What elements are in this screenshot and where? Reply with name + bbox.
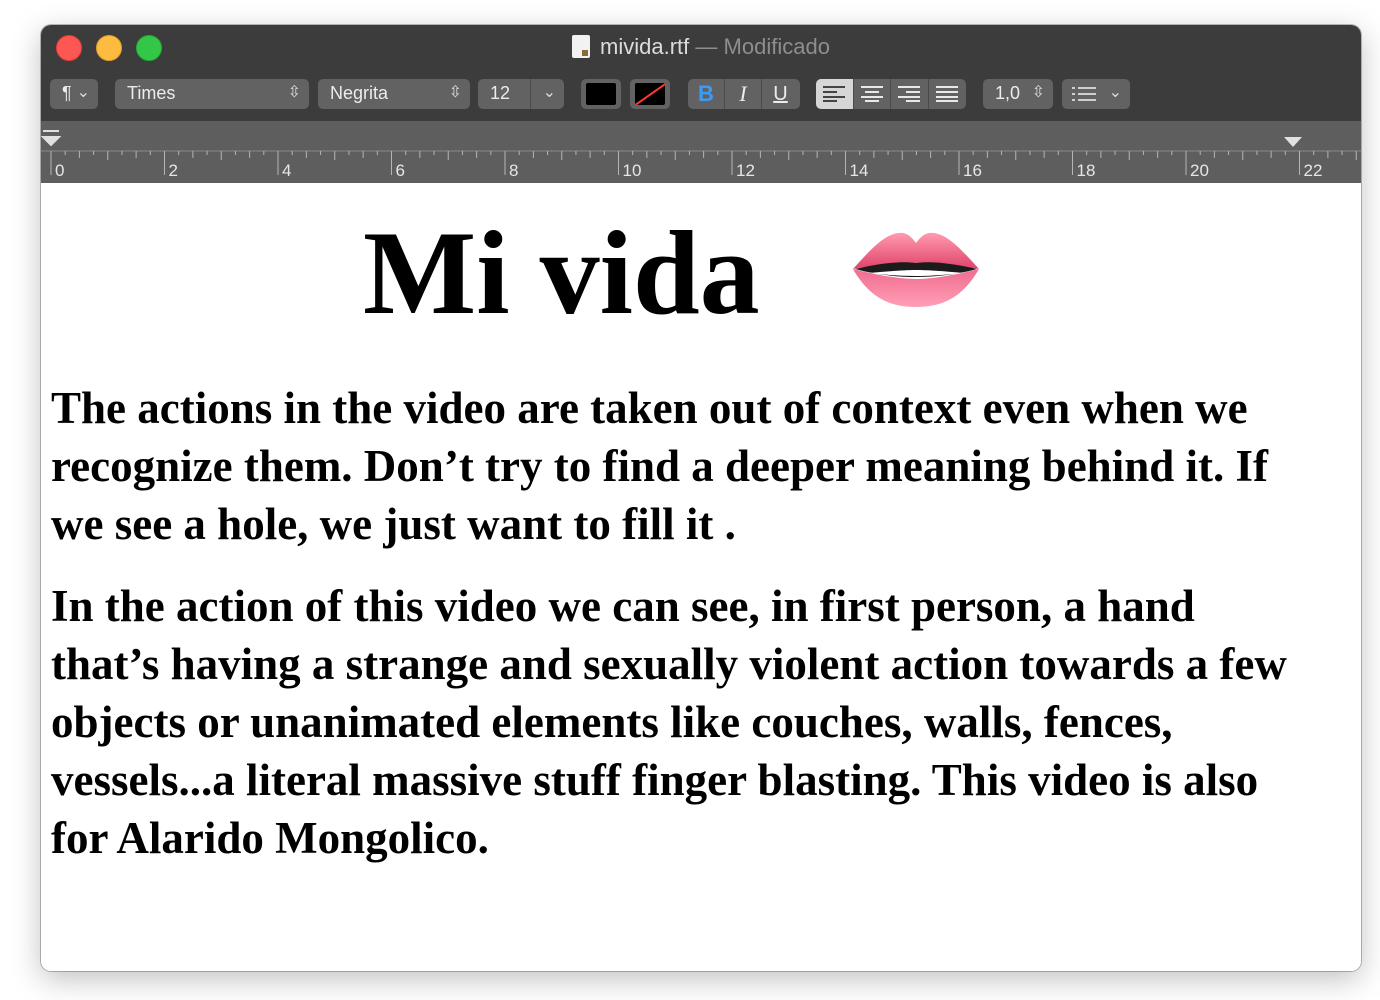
ruler-label: 4 (282, 161, 291, 180)
align-center-button[interactable] (854, 79, 891, 109)
paragraph-style-label: ¶ (62, 83, 72, 103)
paragraph: In the action of this video we can see, … (51, 581, 1287, 863)
bold-button[interactable]: B (688, 79, 725, 109)
document-body[interactable]: Mi vida The actions in the video are tak… (41, 183, 1361, 971)
font-style-select[interactable]: Negrita ⇳ (318, 79, 470, 109)
align-right-button[interactable] (891, 79, 929, 109)
background-color-well[interactable] (630, 79, 670, 109)
ruler[interactable]: 0 2 4 6 8 10 12 14 16 18 20 22 (41, 121, 1361, 183)
ruler-label: 14 (850, 161, 869, 180)
ruler-label: 16 (963, 161, 982, 180)
align-left-button[interactable] (816, 79, 854, 109)
titlebar: mivida.rtf — Modificado ¶ ⌄ Times ⇳ Negr… (41, 25, 1361, 122)
line-spacing-value: 1,0 (995, 83, 1021, 103)
left-indent-marker[interactable] (41, 130, 62, 147)
paragraph-style-dropdown[interactable]: ¶ ⌄ (50, 79, 98, 109)
textedit-window: mivida.rtf — Modificado ¶ ⌄ Times ⇳ Negr… (41, 25, 1361, 971)
text-style-segmented-control: B I U (688, 79, 800, 109)
title-separator: — (695, 34, 718, 59)
document-state: Modificado (723, 34, 830, 59)
stepper-arrows-icon: ⇳ (1031, 84, 1045, 101)
ruler-label: 22 (1304, 161, 1323, 180)
font-size-divider (530, 79, 531, 109)
document-title: Mi vida (363, 206, 760, 339)
list-bullets-dropdown[interactable]: ⌄ (1062, 79, 1130, 109)
ruler-label: 12 (736, 161, 755, 180)
justify-button[interactable] (929, 79, 967, 109)
font-family-select[interactable]: Times ⇳ (115, 79, 309, 109)
align-right-icon (898, 86, 921, 102)
ruler-label: 8 (509, 161, 518, 180)
align-left-icon (823, 86, 846, 102)
align-center-icon (860, 86, 883, 102)
ruler-label: 20 (1190, 161, 1209, 180)
window-title: mivida.rtf — Modificado (41, 33, 1361, 61)
underline-button[interactable]: U (762, 79, 799, 109)
font-style-value: Negrita (330, 83, 389, 103)
font-size-combo[interactable]: 12 ⌄ (478, 79, 564, 109)
ruler-scale: 0 2 4 6 8 10 12 14 16 18 20 22 (41, 130, 1361, 180)
right-margin-marker[interactable] (1284, 137, 1302, 147)
no-color-swatch (635, 83, 665, 105)
font-family-value: Times (127, 83, 176, 103)
ruler-label: 18 (1077, 161, 1096, 180)
italic-button[interactable]: I (725, 79, 762, 109)
justify-icon (936, 86, 959, 102)
ruler-label: 2 (169, 161, 178, 180)
lips-icon (853, 232, 979, 307)
stepper-arrows-icon: ⇳ (448, 84, 462, 101)
window-filename: mivida.rtf (600, 34, 690, 59)
document-icon (572, 35, 591, 58)
ruler-label: 10 (623, 161, 642, 180)
chevron-down-icon: ⌄ (1108, 84, 1122, 101)
chevron-down-icon: ⌄ (542, 84, 556, 101)
text-color-well[interactable] (581, 79, 621, 109)
font-size-value: 12 (490, 83, 511, 103)
stepper-arrows-icon: ⇳ (287, 84, 301, 101)
ruler-label: 0 (55, 161, 64, 180)
alignment-segmented-control (816, 79, 966, 109)
text-color-swatch (586, 83, 616, 105)
paragraph: The actions in the video are taken out o… (51, 383, 1268, 549)
chevron-down-icon: ⌄ (76, 84, 90, 101)
line-spacing-select[interactable]: 1,0 ⇳ (983, 79, 1053, 109)
list-icon (1072, 87, 1098, 101)
ruler-label: 6 (396, 161, 405, 180)
